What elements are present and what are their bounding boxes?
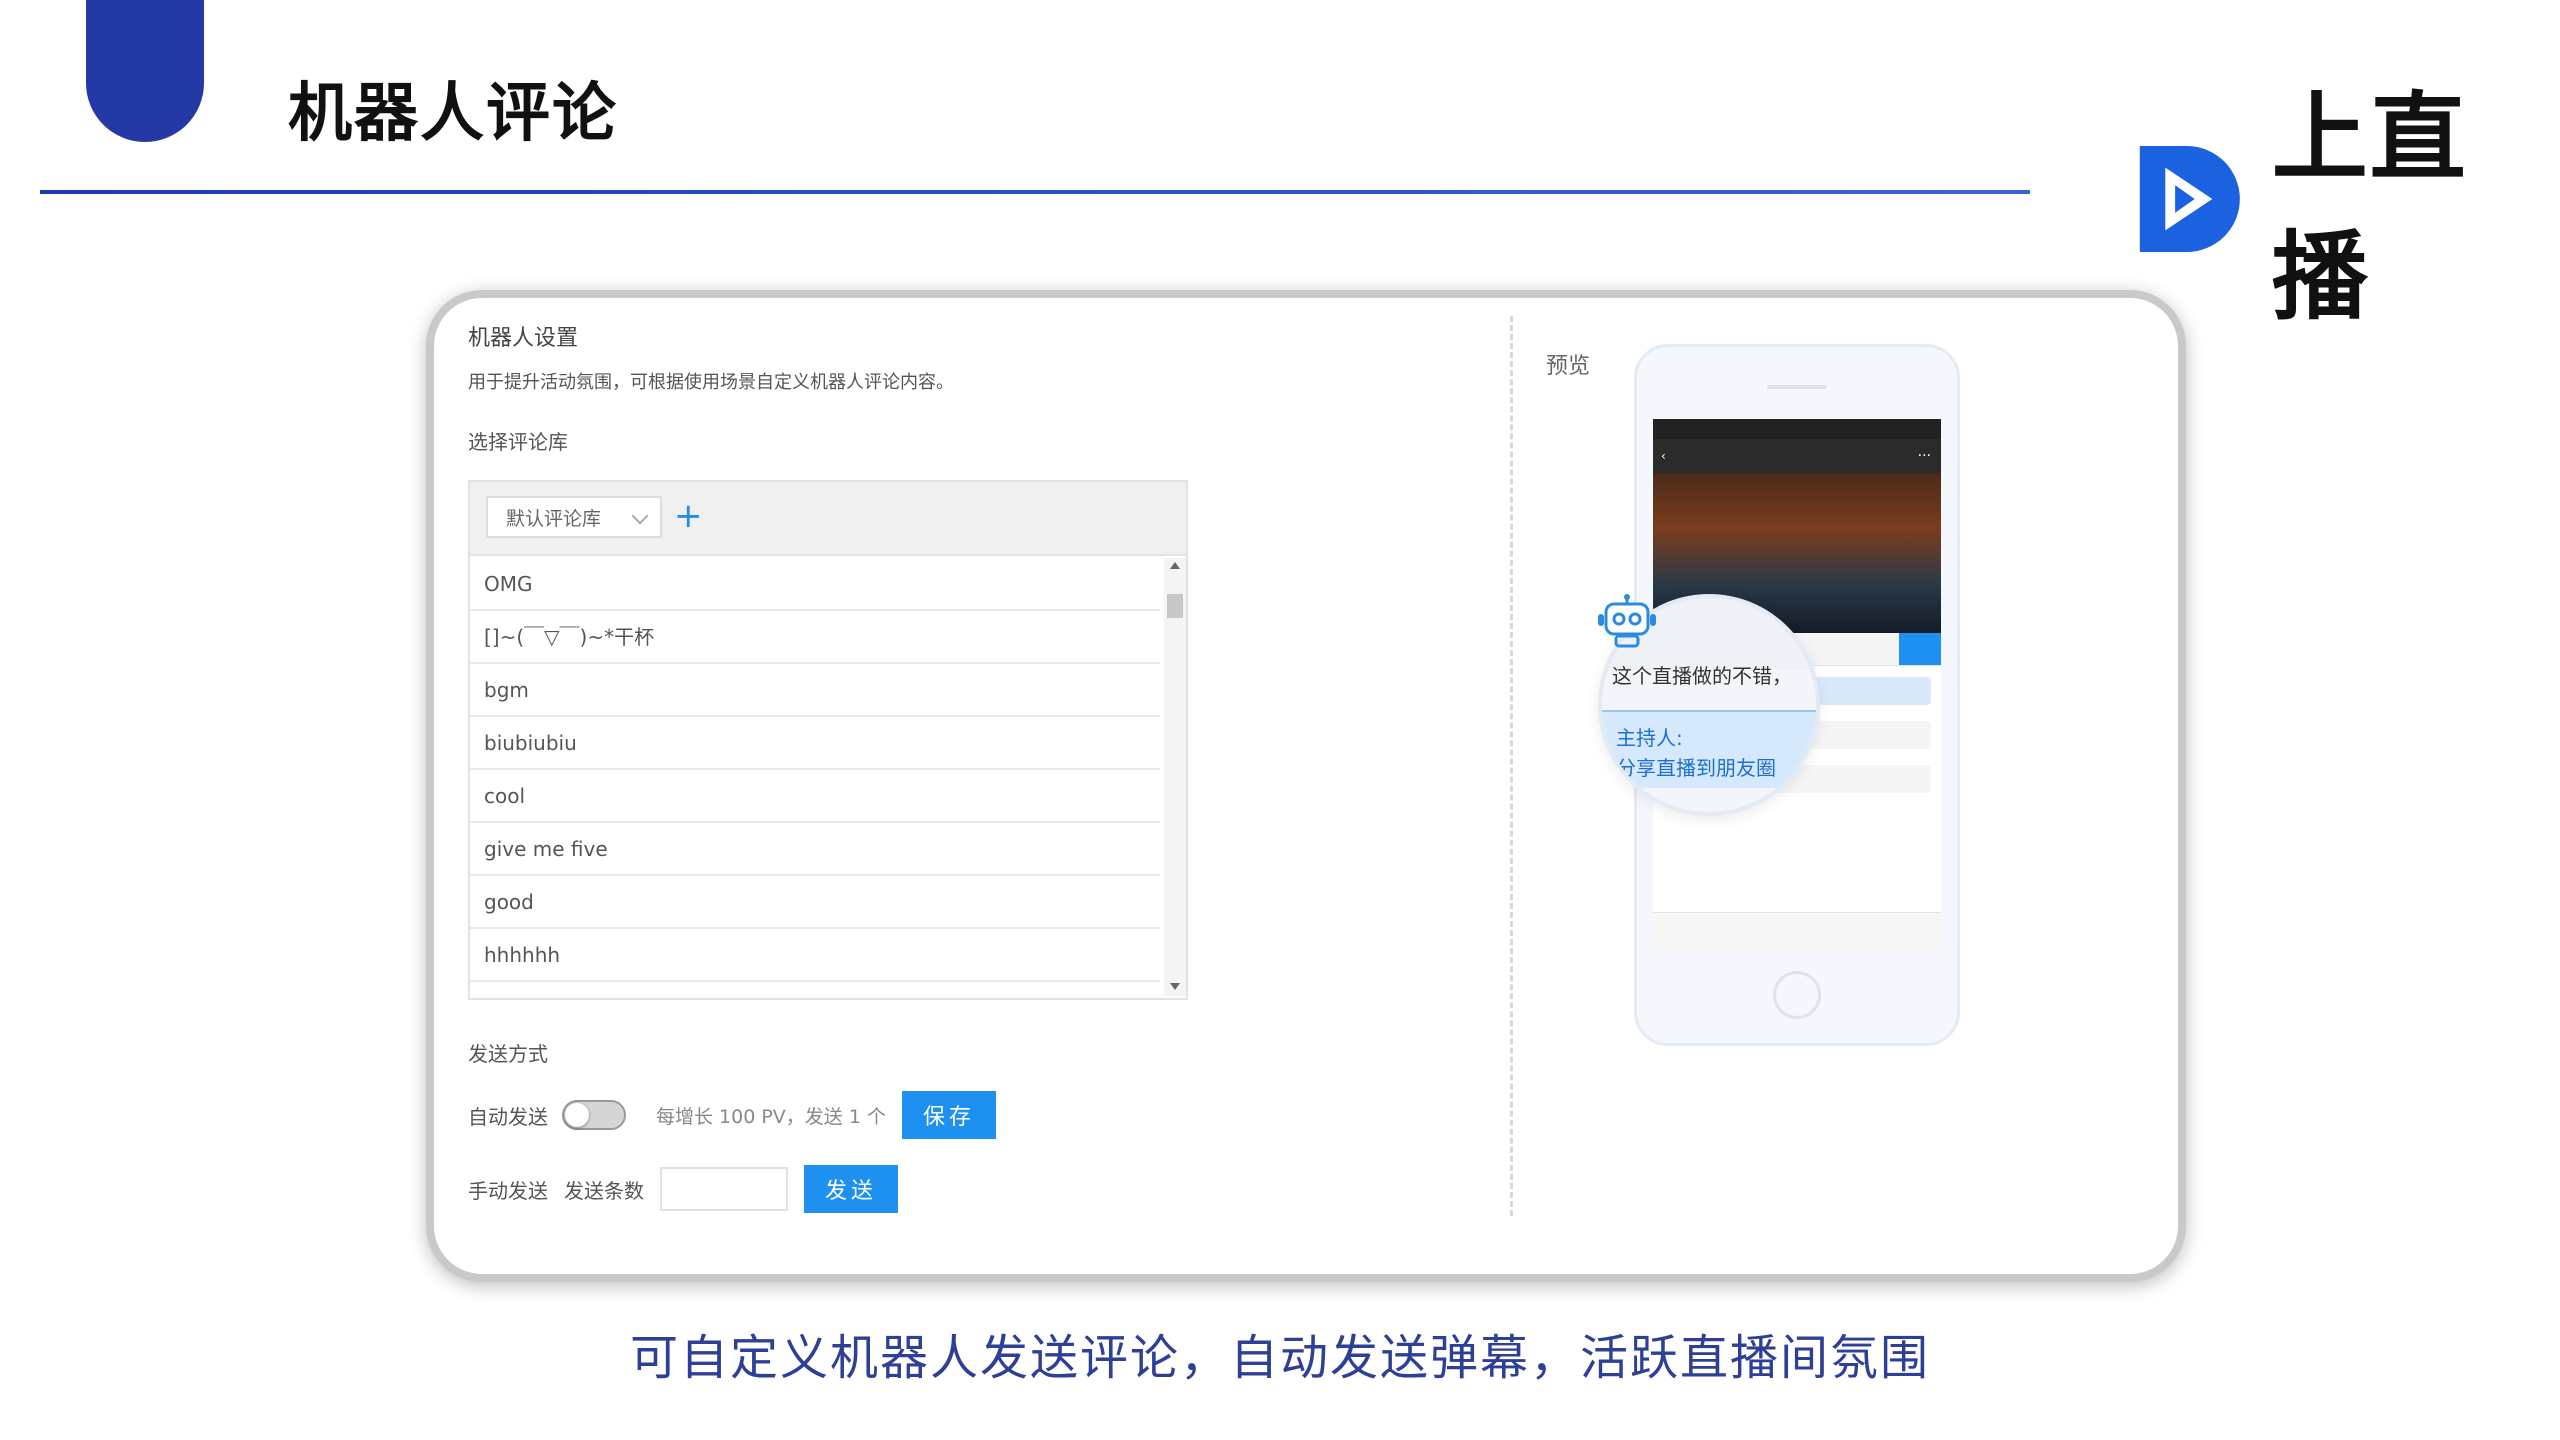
phone-home-button	[1773, 971, 1821, 1019]
comment-list: OMG []~(￣▽￣)~*干杯 bgm biubiubiu cool give…	[470, 558, 1160, 982]
phone-input-bar	[1653, 912, 1941, 953]
manual-send-row: 手动发送 发送条数 发送	[468, 1164, 898, 1214]
send-mode-label: 发送方式	[468, 1042, 548, 1066]
brand-logo: 上直播	[2130, 60, 2560, 338]
host-message-bubble: 主持人: 分享直播到朋友圈	[1602, 710, 1816, 788]
auto-send-label: 自动发送	[468, 1104, 548, 1129]
title-underline	[40, 190, 2030, 194]
preview-sample-comment: 这个直播做的不错，	[1612, 664, 1792, 688]
chevron-left-icon: ‹	[1661, 449, 1666, 463]
auto-send-toggle[interactable]	[562, 1100, 626, 1130]
robot-settings-description: 用于提升活动氛围，可根据使用场景自定义机器人评论内容。	[468, 372, 954, 393]
host-label: 主持人:	[1616, 726, 1683, 750]
send-button[interactable]: 发送	[804, 1165, 898, 1213]
screenshot-frame: 机器人设置 用于提升活动氛围，可根据使用场景自定义机器人评论内容。 选择评论库 …	[426, 290, 2186, 1282]
comment-library-panel: 默认评论库 + OMG []~(￣▽￣)~*干杯 bgm biubiubiu c…	[468, 480, 1188, 1000]
library-select[interactable]: 默认评论库	[486, 496, 662, 538]
auto-send-hint: 每增长 100 PV，发送 1 个	[656, 1105, 886, 1128]
phone-nav-bar: ‹ ···	[1653, 439, 1941, 473]
library-toolbar: 默认评论库 +	[470, 482, 1186, 556]
send-count-input[interactable]	[660, 1167, 788, 1211]
comment-list-item[interactable]: []~(￣▽￣)~*干杯	[470, 611, 1160, 664]
header-accent-tab	[86, 0, 204, 142]
select-library-label: 选择评论库	[468, 430, 568, 454]
play-logo-icon	[2139, 146, 2240, 252]
comment-list-item[interactable]: hhhhhh	[470, 929, 1160, 982]
chevron-down-icon	[631, 507, 649, 525]
comment-list-item[interactable]: biubiubiu	[470, 717, 1160, 770]
host-message: 分享直播到朋友圈	[1616, 756, 1776, 780]
scrollbar-thumb[interactable]	[1167, 594, 1183, 618]
comment-list-item[interactable]: good	[470, 876, 1160, 929]
robot-settings-title: 机器人设置	[468, 326, 579, 351]
toggle-knob	[565, 1103, 589, 1127]
scroll-up-arrow-icon[interactable]	[1170, 562, 1180, 569]
slide-caption: 可自定义机器人发送评论，自动发送弹幕，活跃直播间氛围	[629, 1330, 1930, 1386]
scroll-down-arrow-icon[interactable]	[1170, 983, 1180, 990]
comment-list-item[interactable]: OMG	[470, 558, 1160, 611]
more-icon: ···	[1917, 448, 1931, 464]
manual-send-label: 手动发送	[468, 1178, 548, 1203]
save-button[interactable]: 保存	[901, 1091, 996, 1139]
comment-list-item[interactable]: bgm	[470, 664, 1160, 717]
library-select-value: 默认评论库	[506, 508, 602, 530]
robot-icon	[1598, 594, 1656, 648]
auto-send-row: 自动发送 每增长 100 PV，发送 1 个 保存	[468, 1090, 996, 1140]
panel-divider	[1510, 316, 1513, 1216]
send-count-label: 发送条数	[564, 1178, 644, 1203]
logo-text: 上直播	[2271, 82, 2468, 333]
phone-speaker	[1767, 385, 1827, 389]
comment-list-scrollbar[interactable]	[1164, 558, 1186, 996]
comment-list-item[interactable]: give me five	[470, 823, 1160, 876]
phone-status-bar	[1653, 419, 1941, 439]
slide-title: 机器人评论	[288, 77, 618, 151]
add-library-button[interactable]: +	[674, 496, 703, 536]
preview-label: 预览	[1546, 354, 1591, 379]
comment-list-item[interactable]: cool	[470, 770, 1160, 823]
phone-tab-button	[1899, 633, 1941, 665]
